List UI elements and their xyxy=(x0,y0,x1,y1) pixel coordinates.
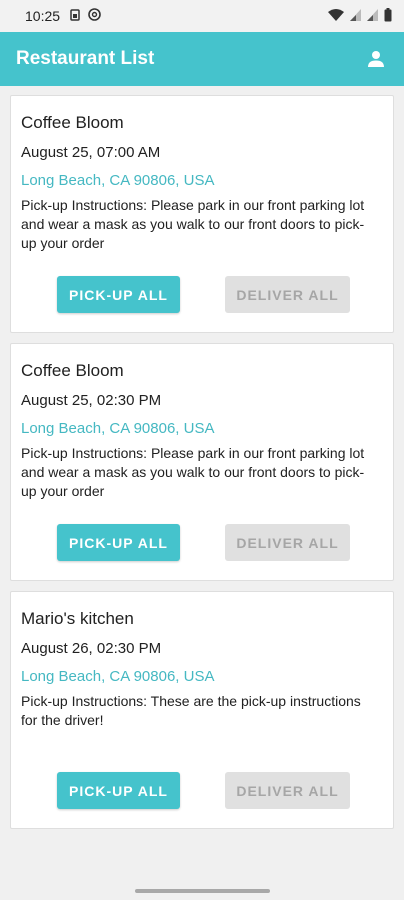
pickup-instructions: Pick-up Instructions: Please park in our… xyxy=(21,197,365,251)
pickup-instructions: Pick-up Instructions: Please park in our… xyxy=(21,445,365,499)
restaurant-name: Coffee Bloom xyxy=(21,361,124,380)
signal-icon xyxy=(350,8,361,24)
pickup-date: August 25, 02:30 PM xyxy=(21,392,162,409)
home-indicator[interactable] xyxy=(135,889,270,893)
status-time: 10:25 xyxy=(25,8,61,24)
wifi-icon xyxy=(328,8,344,24)
deliver-all-button[interactable]: DELIVER ALL xyxy=(225,524,350,561)
restaurant-address-link[interactable]: Long Beach, CA 90806, USA xyxy=(21,418,383,440)
restaurant-address-link[interactable]: Long Beach, CA 90806, USA xyxy=(21,666,383,688)
restaurant-list: Coffee Bloom August 25, 07:00 AM Long Be… xyxy=(10,95,394,839)
restaurant-name: Coffee Bloom xyxy=(21,113,124,132)
deliver-all-button[interactable]: DELIVER ALL xyxy=(225,772,350,809)
restaurant-name: Mario's kitchen xyxy=(21,609,134,628)
battery-icon xyxy=(384,7,392,25)
pickup-all-button[interactable]: PICK-UP ALL xyxy=(57,524,180,561)
restaurant-card: Coffee Bloom August 25, 02:30 PM Long Be… xyxy=(10,343,394,581)
signal-icon xyxy=(367,8,378,24)
page-title: Restaurant List xyxy=(16,48,155,69)
restaurant-card: Mario's kitchen August 26, 02:30 PM Long… xyxy=(10,591,394,829)
restaurant-card: Coffee Bloom August 25, 07:00 AM Long Be… xyxy=(10,95,394,333)
account-icon[interactable] xyxy=(364,47,388,71)
status-bar: 10:25 xyxy=(0,0,404,32)
app-bar: Restaurant List xyxy=(0,32,404,86)
deliver-all-button[interactable]: DELIVER ALL xyxy=(225,276,350,313)
at-icon xyxy=(88,8,101,24)
pickup-all-button[interactable]: PICK-UP ALL xyxy=(57,772,180,809)
pickup-date: August 26, 02:30 PM xyxy=(21,640,162,657)
pickup-instructions: Pick-up Instructions: These are the pick… xyxy=(21,693,361,728)
pickup-all-button[interactable]: PICK-UP ALL xyxy=(57,276,180,313)
restaurant-address-link[interactable]: Long Beach, CA 90806, USA xyxy=(21,170,383,192)
pickup-date: August 25, 07:00 AM xyxy=(21,144,161,161)
sim-icon xyxy=(70,8,80,24)
